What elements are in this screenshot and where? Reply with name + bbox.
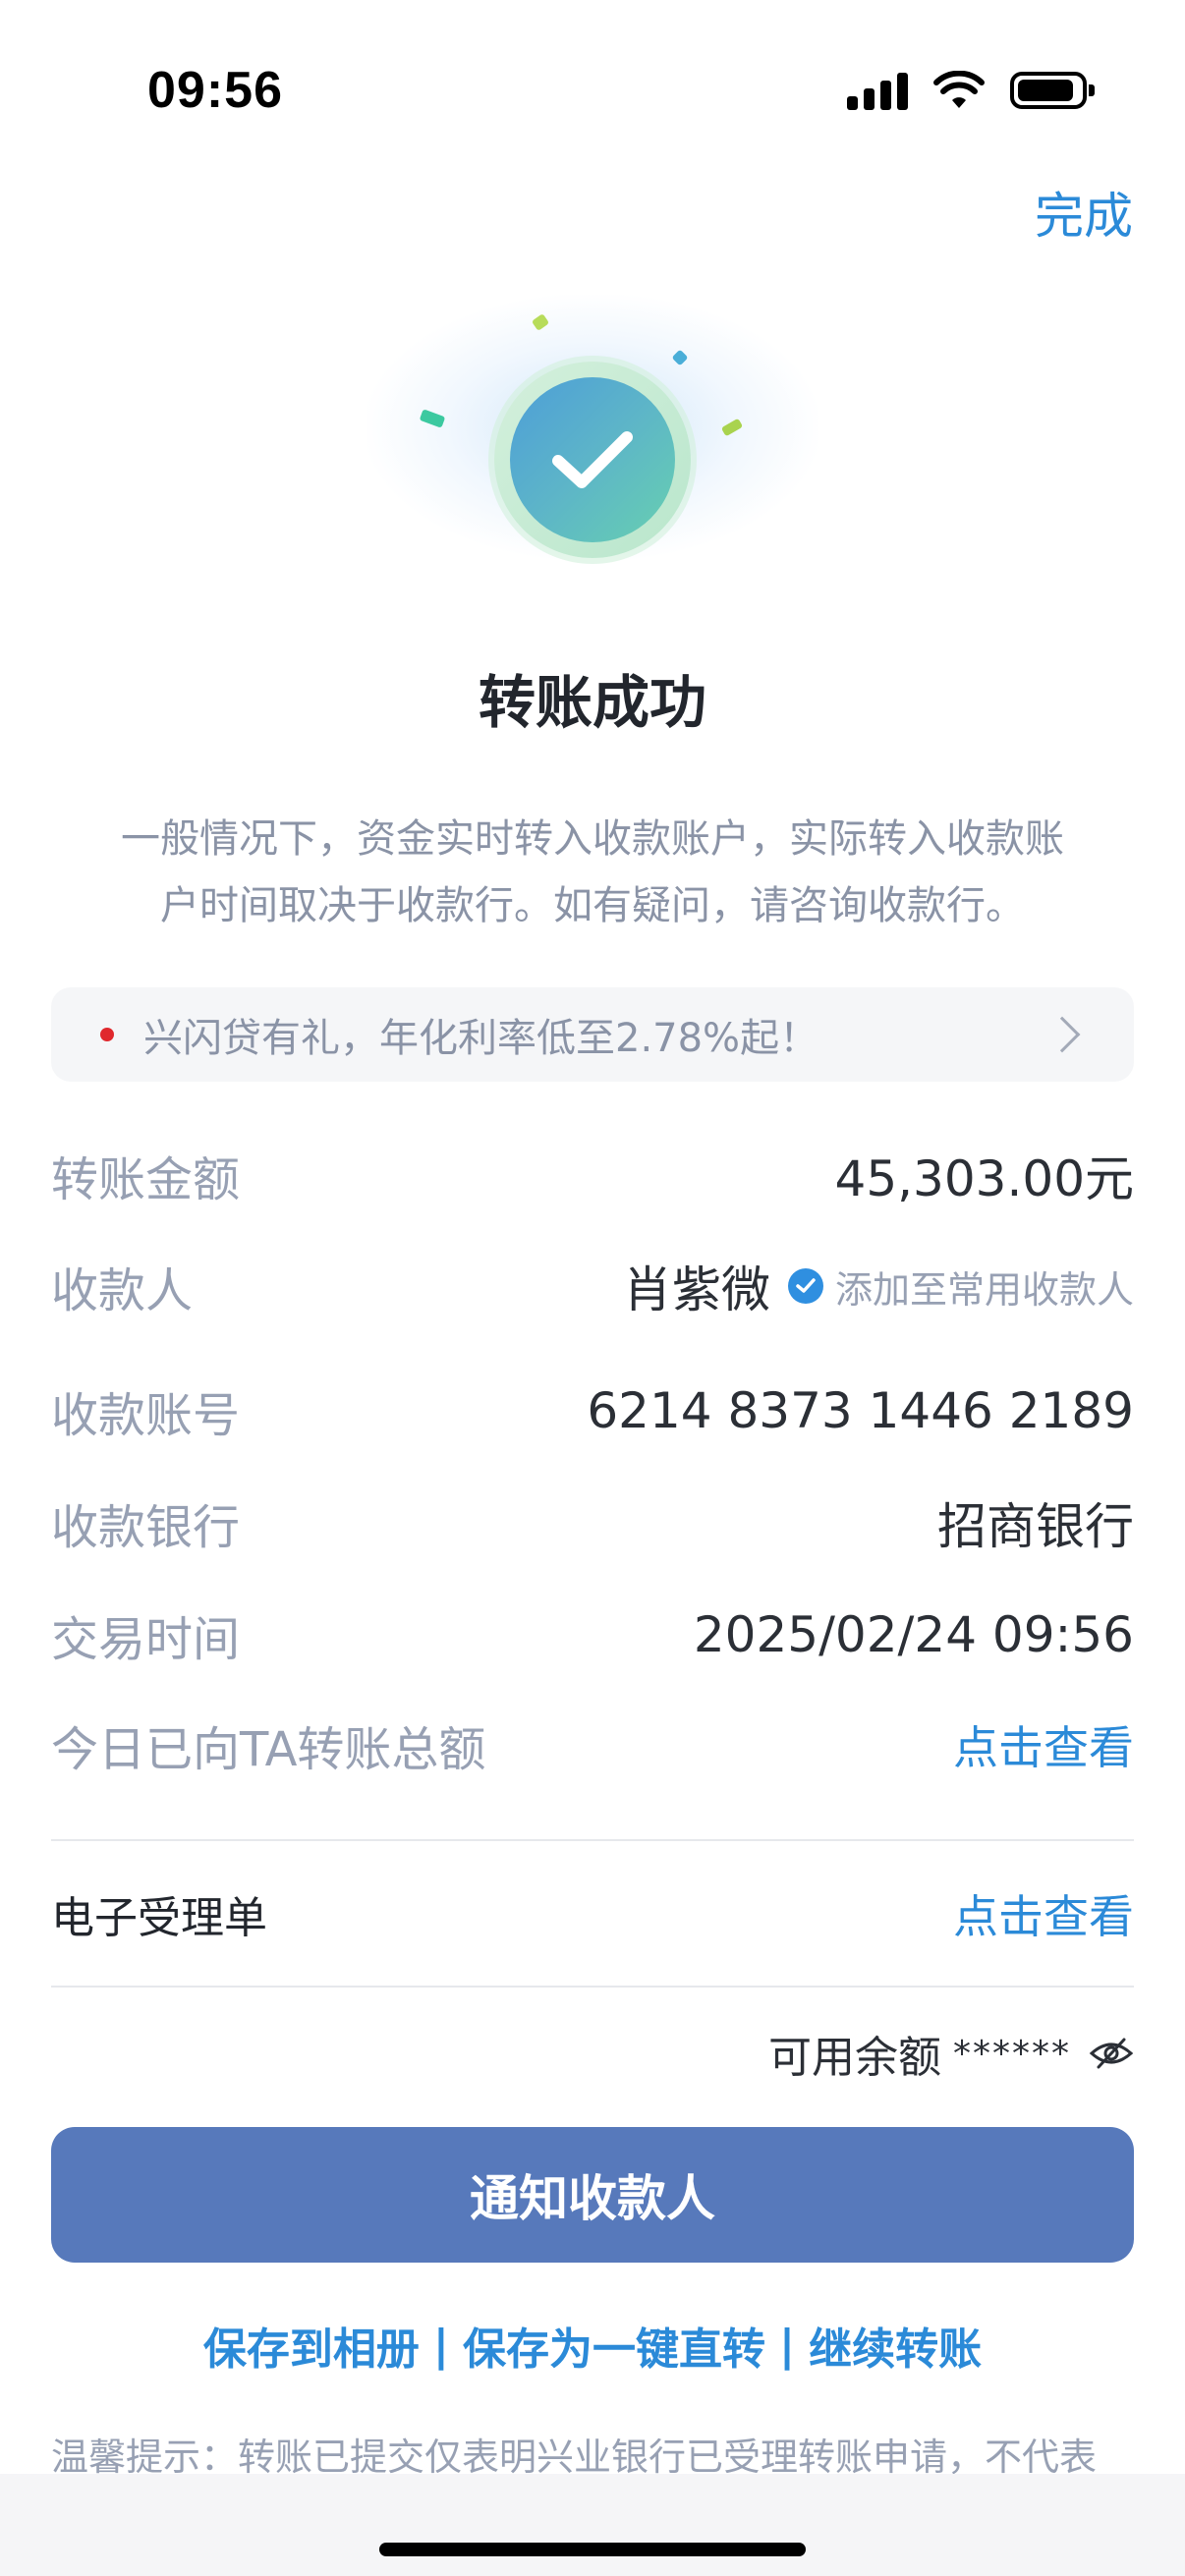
continue-transfer-link[interactable]: 继续转账: [809, 2314, 982, 2377]
receipt-row[interactable]: 电子受理单 点击查看: [51, 1878, 1134, 1949]
balance-label: 可用余额: [768, 2033, 941, 2083]
promo-banner[interactable]: 兴闪贷有礼，年化利率低至2.78%起！: [51, 987, 1134, 1082]
divider: [51, 1986, 1134, 1988]
bank-value: 招商银行: [937, 1498, 1134, 1555]
success-check-ring: [494, 362, 691, 558]
transfer-notice: 一般情况下，资金实时转入收款账户，实际转入收款账 户时间取决于收款行。如有疑问，…: [59, 806, 1126, 939]
balance-masked-value: ******: [953, 2033, 1071, 2074]
bottom-bar: [0, 2474, 1185, 2576]
save-as-quick-transfer-link[interactable]: 保存为一键直转: [463, 2314, 765, 2377]
notice-line-1: 一般情况下，资金实时转入收款账户，实际转入收款账: [121, 816, 1064, 862]
save-to-album-link[interactable]: 保存到相册: [203, 2314, 420, 2377]
notice-line-2: 户时间取决于收款行。如有疑问，请咨询收款行。: [160, 883, 1025, 928]
receipt-link[interactable]: 点击查看: [953, 1881, 1134, 1946]
transfer-success-page: 09:56 完成 转账成功 一般情况下，资金实时转入收款账户，实际转入收款账 户…: [0, 0, 1185, 2576]
success-title: 转账成功: [478, 669, 706, 736]
success-check-icon: [510, 377, 675, 542]
separator: |: [779, 2320, 796, 2371]
chevron-right-icon: [1044, 1016, 1081, 1053]
divider: [51, 1839, 1134, 1841]
payee-name: 肖紫微: [622, 1261, 770, 1318]
receipt-label: 电子受理单: [51, 1893, 267, 1943]
account-label: 收款账号: [51, 1388, 241, 1443]
done-button[interactable]: 完成: [1035, 177, 1133, 248]
account-row: 收款账号 6214 8373 1446 2189: [51, 1375, 1134, 1446]
time-label: 交易时间: [51, 1612, 241, 1667]
amount-value: 45,303.00元: [834, 1150, 1134, 1207]
wifi-icon: [933, 71, 985, 108]
battery-icon: [1010, 72, 1095, 109]
bank-row: 收款银行 招商银行: [51, 1487, 1134, 1558]
home-indicator[interactable]: [379, 2543, 806, 2556]
amount-label: 转账金额: [51, 1152, 241, 1207]
payee-label: 收款人: [51, 1263, 194, 1318]
today-total-label: 今日已向TA转账总额: [51, 1722, 486, 1777]
today-total-link[interactable]: 点击查看: [953, 1712, 1134, 1777]
separator: |: [432, 2320, 449, 2371]
time-row: 交易时间 2025/02/24 09:56: [51, 1599, 1134, 1670]
notify-payee-button[interactable]: 通知收款人: [51, 2127, 1134, 2263]
promo-dot-icon: [100, 1028, 114, 1041]
checkbox-checked-icon[interactable]: [787, 1268, 823, 1304]
available-balance: 可用余额 ******: [768, 2022, 1134, 2085]
promo-text: 兴闪贷有礼，年化利率低至2.78%起！: [143, 1016, 819, 1061]
today-total-row: 今日已向TA转账总额 点击查看: [51, 1709, 1134, 1780]
warm-tip: 温馨提示：转账已提交仅表明兴业银行已受理转账申请，不代表: [51, 2436, 1098, 2479]
status-time: 09:56: [147, 62, 283, 119]
add-to-frequent-payee[interactable]: 添加至常用收款人: [835, 1260, 1134, 1314]
time-value: 2025/02/24 09:56: [693, 1606, 1134, 1663]
status-icons: [847, 71, 1095, 110]
account-value: 6214 8373 1446 2189: [587, 1382, 1134, 1439]
action-links: 保存到相册 | 保存为一键直转 | 继续转账: [0, 2314, 1185, 2377]
cellular-signal-icon: [847, 71, 908, 110]
amount-row: 转账金额 45,303.00元: [51, 1140, 1134, 1210]
eye-hidden-icon[interactable]: [1089, 2036, 1134, 2071]
payee-row: 收款人 肖紫微 添加至常用收款人: [51, 1251, 1134, 1321]
payee-info: 肖紫微 添加至常用收款人: [623, 1251, 1134, 1321]
success-illustration: [337, 285, 848, 580]
bank-label: 收款银行: [51, 1500, 241, 1555]
